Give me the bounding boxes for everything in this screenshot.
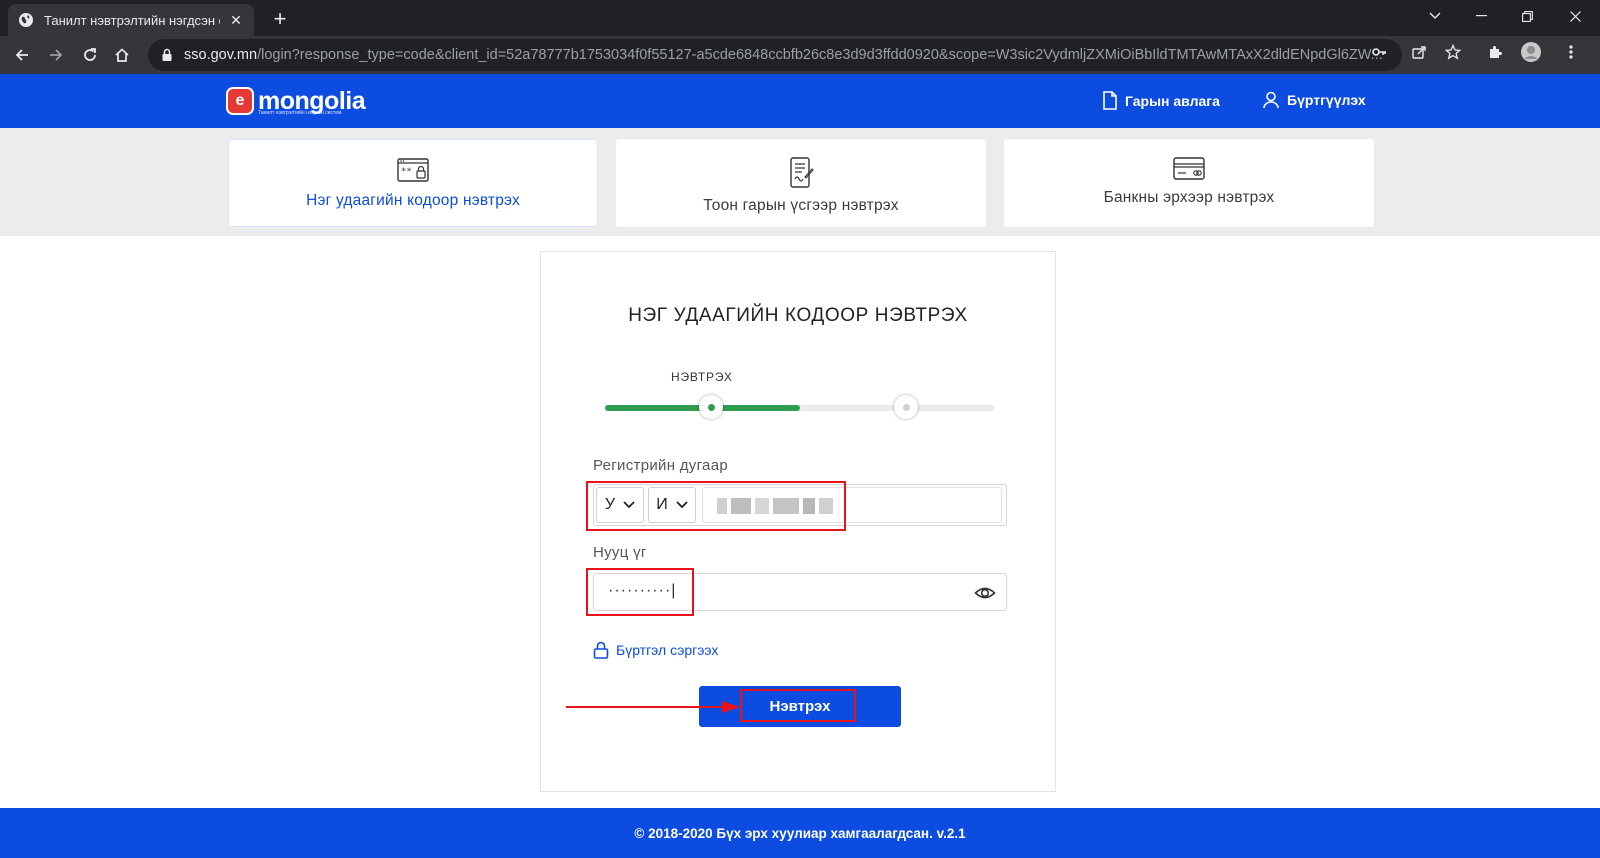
password-screen-icon: ** [397, 158, 429, 182]
globe-icon [19, 13, 33, 27]
login-method-selector: ** Нэг удаагийн кодоор нэвтрэх Тоон гары… [0, 128, 1600, 236]
digital-signature-icon [790, 157, 814, 188]
restore-account-link[interactable]: Бүртгэл сэргээх [593, 641, 718, 659]
guide-link-label: Гарын авлага [1125, 92, 1220, 109]
bookmark-star-icon[interactable] [1442, 41, 1464, 63]
share-icon[interactable] [1408, 41, 1430, 63]
copyright-text: © 2018-2020 Бүх эрх хуулиар хамгаалагдса… [634, 825, 966, 841]
browser-toolbar: sso.gov.mn/login?response_type=code&clie… [0, 36, 1600, 74]
form-title: НЭГ УДААГИЙН КОДООР НЭВТРЭХ [628, 305, 968, 326]
extensions-icon[interactable] [1484, 41, 1506, 63]
profile-avatar-icon[interactable] [1520, 41, 1542, 63]
annotation-box-reg-number [586, 481, 846, 531]
annotation-box-login-button [740, 689, 856, 722]
restore-account-label: Бүртгэл сэргээх [616, 642, 719, 658]
annotation-box-password [586, 568, 694, 616]
site-header: e mongolia Танилт нэвтрэлтийн нэгдсэн си… [0, 74, 1600, 128]
close-tab-icon[interactable]: ✕ [228, 12, 244, 28]
browser-tabbar: Танилт нэвтрэлтийн нэгдсэн сис ✕ + [0, 0, 1600, 36]
step-dot-current [699, 395, 723, 419]
step-label: НЭВТРЭХ [671, 370, 733, 384]
home-icon[interactable] [108, 41, 136, 69]
lock-icon [593, 641, 609, 659]
method-bank[interactable]: Банкны эрхээр нэвтрэх [1004, 139, 1374, 227]
browser-menu-icon[interactable] [1560, 41, 1582, 63]
logo-mark: e [226, 87, 254, 115]
annotation-arrow-icon [566, 701, 740, 713]
tab-search-icon[interactable] [1412, 0, 1458, 32]
forward-icon[interactable] [42, 41, 70, 69]
password-label: Нууц үг [593, 544, 647, 561]
minimize-icon[interactable] [1458, 0, 1504, 32]
url-path: /login?response_type=code&client_id=52a7… [257, 47, 1383, 63]
reload-icon[interactable] [76, 41, 104, 69]
new-tab-icon[interactable]: + [268, 8, 292, 32]
method-label: Тоон гарын үсгээр нэвтрэх [703, 197, 899, 214]
key-icon[interactable] [1368, 41, 1390, 63]
show-password-eye-icon[interactable] [974, 582, 996, 604]
step-dot-next [894, 395, 918, 419]
emongolia-logo[interactable]: e mongolia Танилт нэвтрэлтийн нэгдсэн си… [226, 84, 366, 118]
register-link-label: Бүртгүүлэх [1287, 92, 1366, 108]
back-icon[interactable] [8, 41, 36, 69]
document-icon [1103, 91, 1117, 110]
close-window-icon[interactable] [1552, 0, 1598, 32]
browser-tab[interactable]: Танилт нэвтрэлтийн нэгдсэн сис ✕ [8, 4, 254, 36]
register-link[interactable]: Бүртгүүлэх [1262, 91, 1366, 109]
url-host: sso.gov.mn [184, 47, 258, 63]
tab-title: Танилт нэвтрэлтийн нэгдсэн сис [44, 12, 220, 28]
site-footer: © 2018-2020 Бүх эрх хуулиар хамгаалагдса… [0, 808, 1600, 858]
logo-subtitle: Танилт нэвтрэлтийн нэгдсэн систем [258, 110, 342, 116]
method-label: Нэг удаагийн кодоор нэвтрэх [306, 192, 520, 209]
restore-window-icon[interactable] [1504, 0, 1550, 32]
svg-text:**: ** [401, 167, 412, 177]
method-one-time-code[interactable]: ** Нэг удаагийн кодоор нэвтрэх [228, 139, 598, 227]
method-digital-signature[interactable]: Тоон гарын үсгээр нэвтрэх [616, 139, 986, 227]
lock-icon[interactable] [160, 48, 174, 62]
method-label: Банкны эрхээр нэвтрэх [1103, 189, 1275, 206]
bank-card-icon [1173, 157, 1205, 180]
address-bar[interactable]: sso.gov.mn/login?response_type=code&clie… [148, 39, 1402, 71]
reg-number-label: Регистрийн дугаар [593, 457, 728, 474]
user-icon [1263, 91, 1279, 109]
guide-link[interactable]: Гарын авлага [1102, 91, 1220, 110]
progress-bar [605, 405, 995, 411]
url-text: sso.gov.mn/login?response_type=code&clie… [184, 47, 1402, 63]
